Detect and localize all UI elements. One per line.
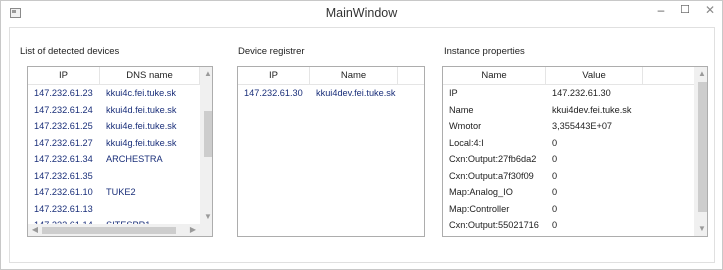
name-cell: TUKE2: [106, 187, 136, 197]
property-row[interactable]: Wiebfield.Dl0: [443, 234, 694, 237]
property-value: 0: [552, 220, 558, 230]
device-registrer-list[interactable]: IP Name 147.232.61.30 kkui4dev.fei.tuke.s…: [237, 66, 425, 237]
name-cell: SITESPR1: [100, 217, 200, 224]
detected-horizontal-scrollbar[interactable]: ◀ ▶: [28, 224, 200, 236]
scroll-up-icon[interactable]: ▲: [201, 67, 212, 81]
property-name: Cxn:Output:55021716: [449, 220, 539, 230]
detected-devices-header: IP DNS name: [28, 67, 200, 85]
ip-cell: 147.232.61.23: [34, 88, 93, 98]
property-name: Wiebfield.Dl: [443, 234, 546, 237]
property-value: kkui4dev.fei.tuke.sk: [552, 104, 632, 115]
property-row[interactable]: Cxn:Output:a7f30f09 0: [443, 168, 694, 185]
property-value: 0: [552, 203, 558, 214]
property-name: Local:4:I: [449, 137, 484, 148]
property-value: 0: [552, 187, 558, 197]
detected-devices-label: List of detected devices: [20, 46, 120, 57]
scroll-down-icon[interactable]: ▼: [695, 222, 707, 236]
property-row[interactable]: Local:4:I 0: [443, 135, 694, 152]
device-registrer-header: IP Name: [238, 67, 424, 85]
property-value: 0: [546, 234, 694, 237]
close-button[interactable]: ✕: [697, 1, 723, 21]
instance-vertical-scrollbar[interactable]: ▲ ▼: [694, 67, 707, 236]
detected-devices-list[interactable]: IP DNS name 147.232.61.23 kkui4c.fei.tuke…: [27, 66, 213, 237]
device-row[interactable]: 147.232.61.30 kkui4dev.fei.tuke.sk: [238, 85, 424, 102]
device-row[interactable]: 147.232.61.14SITESPR1: [28, 217, 200, 224]
instance-properties-rows: IP 147.232.61.30 Name kkui4dev.fei.tuke.sk W…: [443, 85, 694, 236]
detected-vertical-scrollbar[interactable]: ▲ ▼: [200, 67, 212, 224]
property-name: Wmotor: [449, 121, 482, 131]
ip-cell: 147.232.61.27: [34, 137, 93, 148]
device-registrer-label: Device registrer: [238, 46, 305, 57]
minimize-button[interactable]: –: [649, 1, 673, 21]
name-cell: ARCHESTRA: [106, 154, 163, 164]
name-cell: kkui4g.fei.tuke.sk: [106, 137, 177, 148]
property-row[interactable]: Name kkui4dev.fei.tuke.sk: [443, 102, 694, 119]
client-area: List of detected devices IP DNS name 147…: [9, 27, 715, 263]
name-cell: kkui4c.fei.tuke.sk: [106, 88, 176, 98]
scrollbar-corner: [200, 224, 212, 236]
ip-cell: 147.232.61.25: [34, 121, 93, 131]
ip-cell: 147.232.61.13: [34, 203, 93, 214]
scroll-thumb[interactable]: [698, 82, 707, 212]
property-row[interactable]: Wmotor 3,355443E+07: [443, 118, 694, 135]
ip-cell: 147.232.61.34: [34, 154, 93, 164]
property-row[interactable]: Map:Analog_IO 0: [443, 184, 694, 201]
device-row[interactable]: 147.232.61.35: [28, 168, 200, 185]
name-cell: kkui4e.fei.tuke.sk: [106, 121, 177, 131]
title-bar[interactable]: MainWindow – ☐ ✕: [1, 1, 722, 27]
maximize-button[interactable]: ☐: [674, 1, 696, 21]
device-row[interactable]: 147.232.61.23 kkui4c.fei.tuke.sk: [28, 85, 200, 102]
device-row[interactable]: 147.232.61.25 kkui4e.fei.tuke.sk: [28, 118, 200, 135]
device-row[interactable]: 147.232.61.13: [28, 201, 200, 218]
scroll-thumb[interactable]: [204, 111, 212, 157]
property-row[interactable]: IP 147.232.61.30: [443, 85, 694, 102]
property-value: 3,355443E+07: [552, 121, 613, 131]
property-name: Name: [449, 104, 474, 115]
device-registrer-rows: 147.232.61.30 kkui4dev.fei.tuke.sk: [238, 85, 424, 102]
main-window: MainWindow – ☐ ✕ List of detected device…: [0, 0, 723, 270]
column-header-ip[interactable]: IP: [238, 67, 310, 85]
property-name: IP: [449, 88, 458, 98]
ip-cell: 147.232.61.24: [34, 104, 93, 115]
property-row[interactable]: Map:Controller 0: [443, 201, 694, 218]
property-value: 0: [552, 170, 558, 181]
name-cell: kkui4dev.fei.tuke.sk: [316, 88, 396, 98]
scroll-down-icon[interactable]: ▼: [201, 210, 212, 224]
scroll-left-icon[interactable]: ◀: [28, 223, 42, 236]
name-cell: [100, 201, 200, 218]
scroll-right-icon[interactable]: ▶: [186, 223, 200, 236]
instance-properties-label: Instance properties: [444, 46, 525, 57]
column-header-name[interactable]: Name: [443, 67, 546, 85]
instance-properties-header: Name Value: [443, 67, 694, 85]
window-title: MainWindow: [325, 6, 398, 20]
detected-devices-rows: 147.232.61.23 kkui4c.fei.tuke.sk 147.232.6…: [28, 85, 200, 224]
property-name: Cxn:Output:a7f30f09: [449, 170, 534, 181]
property-row[interactable]: Cxn:Output:55021716 0: [443, 217, 694, 234]
device-row[interactable]: 147.232.61.34 ARCHESTRA: [28, 151, 200, 168]
instance-properties-list[interactable]: Name Value IP 147.232.61.30 Name kkui4dev.f…: [442, 66, 708, 237]
property-name: Cxn:Output:27fb6da2: [449, 154, 537, 164]
property-row[interactable]: Cxn:Output:27fb6da2 0: [443, 151, 694, 168]
column-header-dns-name[interactable]: DNS name: [100, 67, 200, 85]
property-name: Map:Controller: [449, 203, 510, 214]
name-cell: [100, 168, 200, 185]
ip-cell: 147.232.61.30: [244, 88, 303, 98]
column-header-value[interactable]: Value: [546, 67, 643, 85]
device-row[interactable]: 147.232.61.27 kkui4g.fei.tuke.sk: [28, 135, 200, 152]
property-value: 147.232.61.30: [552, 88, 611, 98]
property-name: Map:Analog_IO: [449, 187, 513, 197]
ip-cell: 147.232.61.35: [34, 170, 93, 181]
column-header-ip[interactable]: IP: [28, 67, 100, 85]
scroll-up-icon[interactable]: ▲: [695, 67, 707, 81]
device-row[interactable]: 147.232.61.10 TUKE2: [28, 184, 200, 201]
column-header-name[interactable]: Name: [310, 67, 398, 85]
device-row[interactable]: 147.232.61.24 kkui4d.fei.tuke.sk: [28, 102, 200, 119]
property-value: 0: [552, 137, 558, 148]
property-value: 0: [552, 154, 558, 164]
name-cell: kkui4d.fei.tuke.sk: [106, 104, 177, 115]
ip-cell: 147.232.61.10: [34, 187, 93, 197]
horizontal-scroll-thumb[interactable]: [42, 227, 176, 234]
